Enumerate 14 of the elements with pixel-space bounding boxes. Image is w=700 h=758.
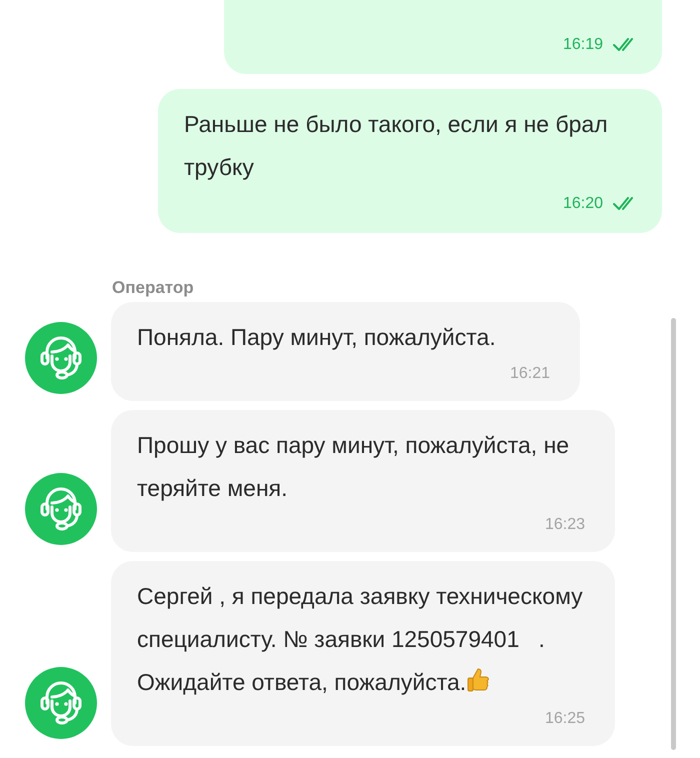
message-time: 16:21 [510,365,550,383]
scrollbar[interactable] [671,318,676,750]
message-time: 16:20 [562,195,603,213]
operator-avatar-icon [25,322,97,394]
sender-name: Оператор [112,278,195,298]
message-time: 16:19 [562,36,603,54]
message-text: Поняла. Пару минут, пожалуйста. [137,323,497,352]
message-time: 16:23 [544,516,585,534]
message-text: Сергей , я передала заявку техническому специалисту. № заявки 1250579401 . Ожидайте ответа, пожалуйста. [137,583,584,695]
operator-avatar-icon [25,473,97,545]
message-text: Прошу у вас пару минут, пожалуйста, не теряйте меня. [137,431,570,503]
message-text: Раньше не было такого, если я не брал трубку [184,110,609,182]
operator-avatar-icon [25,667,97,739]
message-time: 16:25 [544,710,585,728]
